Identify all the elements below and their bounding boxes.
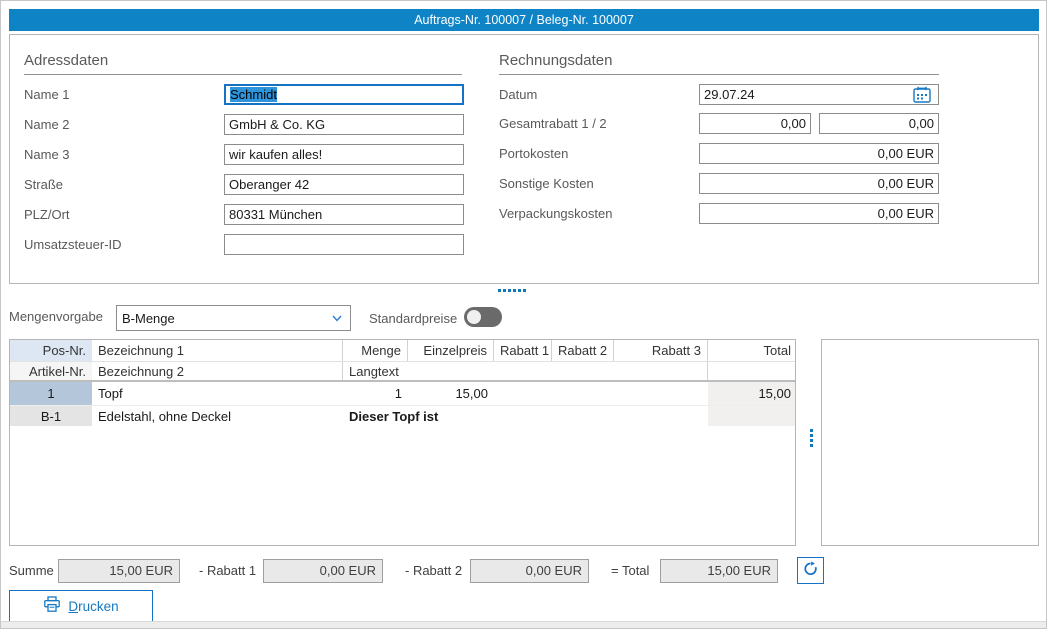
verpackungskosten-input[interactable]: 0,00 EUR	[699, 203, 939, 224]
printer-icon	[43, 596, 61, 616]
refresh-button[interactable]	[797, 557, 824, 584]
mengenvorgabe-value: B-Menge	[122, 311, 175, 326]
horizontal-splitter[interactable]	[498, 289, 526, 292]
position-row-main[interactable]: 1 Topf 1 15,00 15,00	[10, 382, 795, 405]
drucken-label: Drucken	[68, 599, 118, 614]
splitter-dot	[503, 289, 506, 292]
col-header-langtext: Langtext	[343, 362, 708, 380]
ustid-input[interactable]	[224, 234, 464, 255]
col-header-pos-nr: Pos-Nr.	[10, 340, 92, 361]
col-header-bezeichnung1: Bezeichnung 1	[92, 340, 343, 361]
summe-label: Summe	[9, 559, 54, 583]
cell-rabatt1[interactable]	[494, 382, 552, 405]
splitter-dot	[810, 429, 813, 432]
title-bar: Auftrags-Nr. 100007 / Beleg-Nr. 100007	[9, 9, 1039, 31]
datum-label: Datum	[499, 84, 537, 105]
portokosten-input[interactable]: 0,00 EUR	[699, 143, 939, 164]
cell-rabatt2[interactable]	[552, 382, 614, 405]
summe-field: 15,00 EUR	[58, 559, 180, 583]
rabatt1-label: - Rabatt 1	[199, 559, 256, 583]
col-header-total: Total	[708, 340, 796, 361]
col-header-rabatt1: Rabatt 1	[494, 340, 552, 361]
sonstige-kosten-label: Sonstige Kosten	[499, 173, 594, 194]
splitter-dot	[810, 439, 813, 442]
rabatt1-field: 0,00 EUR	[263, 559, 383, 583]
col-header-einzelpreis: Einzelpreis	[408, 340, 494, 361]
name2-label: Name 2	[24, 114, 70, 135]
name1-label: Name 1	[24, 84, 70, 105]
gesamtrabatt-label: Gesamtrabatt 1 / 2	[499, 113, 607, 134]
splitter-dot	[518, 289, 521, 292]
cell-menge[interactable]: 1	[343, 382, 408, 405]
splitter-dot	[523, 289, 526, 292]
standardpreise-toggle[interactable]	[464, 307, 502, 327]
strasse-input[interactable]: Oberanger 42	[224, 174, 464, 195]
header-panel: Adressdaten Name 1 Schmidt Name 2 GmbH &…	[9, 34, 1039, 284]
standardpreise-label: Standardpreise	[369, 311, 457, 326]
col-header-bezeichnung2: Bezeichnung 2	[92, 362, 343, 380]
splitter-dot	[513, 289, 516, 292]
col-header-rabatt3: Rabatt 3	[614, 340, 708, 361]
name3-label: Name 3	[24, 144, 70, 165]
order-window: Auftrags-Nr. 100007 / Beleg-Nr. 100007 A…	[0, 0, 1047, 629]
col-header-artikel-nr: Artikel-Nr.	[10, 362, 92, 380]
datum-value: 29.07.24	[704, 85, 910, 104]
total-label: = Total	[611, 559, 649, 583]
cell-pos-nr[interactable]: 1	[10, 382, 92, 405]
rabatt2-label: - Rabatt 2	[405, 559, 462, 583]
rabatt2-field: 0,00 EUR	[470, 559, 589, 583]
window-bottom-strip	[1, 621, 1046, 629]
total-field: 15,00 EUR	[660, 559, 778, 583]
invoice-heading: Rechnungsdaten	[499, 52, 939, 75]
positions-table: Pos-Nr. Bezeichnung 1 Menge Einzelpreis …	[9, 339, 796, 546]
cell-total[interactable]: 15,00	[708, 382, 796, 405]
col-header-menge: Menge	[343, 340, 408, 361]
gesamtrabatt2-input[interactable]: 0,00	[819, 113, 939, 134]
portokosten-label: Portokosten	[499, 143, 568, 164]
chevron-down-icon	[330, 311, 344, 325]
mengenvorgabe-label: Mengenvorgabe	[9, 309, 103, 324]
name1-input[interactable]: Schmidt	[224, 84, 464, 105]
splitter-dot	[508, 289, 511, 292]
cell-langtext[interactable]: Dieser Topf ist	[343, 406, 708, 426]
cell-rabatt3[interactable]	[614, 382, 708, 405]
datum-input[interactable]: 29.07.24	[699, 84, 939, 105]
sonstige-kosten-input[interactable]: 0,00 EUR	[699, 173, 939, 194]
splitter-dot	[810, 434, 813, 437]
calendar-icon[interactable]	[910, 85, 934, 104]
refresh-icon	[802, 560, 819, 582]
verpackungskosten-label: Verpackungskosten	[499, 203, 612, 224]
cell-bezeichnung2[interactable]: Edelstahl, ohne Deckel	[92, 406, 343, 426]
col-header-rabatt2: Rabatt 2	[552, 340, 614, 361]
toggle-knob	[467, 310, 481, 324]
vertical-splitter[interactable]	[810, 429, 813, 447]
name1-selected-text: Schmidt	[230, 87, 277, 102]
splitter-dot	[498, 289, 501, 292]
name3-input[interactable]: wir kaufen alles!	[224, 144, 464, 165]
table-header-row-1: Pos-Nr. Bezeichnung 1 Menge Einzelpreis …	[10, 340, 795, 362]
name2-input[interactable]: GmbH & Co. KG	[224, 114, 464, 135]
mengenvorgabe-dropdown[interactable]: B-Menge	[116, 305, 351, 331]
plz-ort-label: PLZ/Ort	[24, 204, 70, 225]
position-row-sub[interactable]: B-1 Edelstahl, ohne Deckel Dieser Topf i…	[10, 405, 795, 426]
strasse-label: Straße	[24, 174, 63, 195]
ustid-label: Umsatzsteuer-ID	[24, 234, 122, 255]
gesamtrabatt1-input[interactable]: 0,00	[699, 113, 811, 134]
cell-einzelpreis[interactable]: 15,00	[408, 382, 494, 405]
cell-total-spacer	[708, 406, 796, 426]
table-header-row-2: Artikel-Nr. Bezeichnung 2 Langtext	[10, 362, 795, 382]
col-header-spacer	[708, 362, 796, 380]
side-panel	[821, 339, 1039, 546]
cell-bezeichnung1[interactable]: Topf	[92, 382, 343, 405]
address-heading: Adressdaten	[24, 52, 462, 75]
cell-artikel-nr[interactable]: B-1	[10, 406, 92, 426]
drucken-button[interactable]: Drucken	[9, 590, 153, 622]
plz-ort-input[interactable]: 80331 München	[224, 204, 464, 225]
splitter-dot	[810, 444, 813, 447]
